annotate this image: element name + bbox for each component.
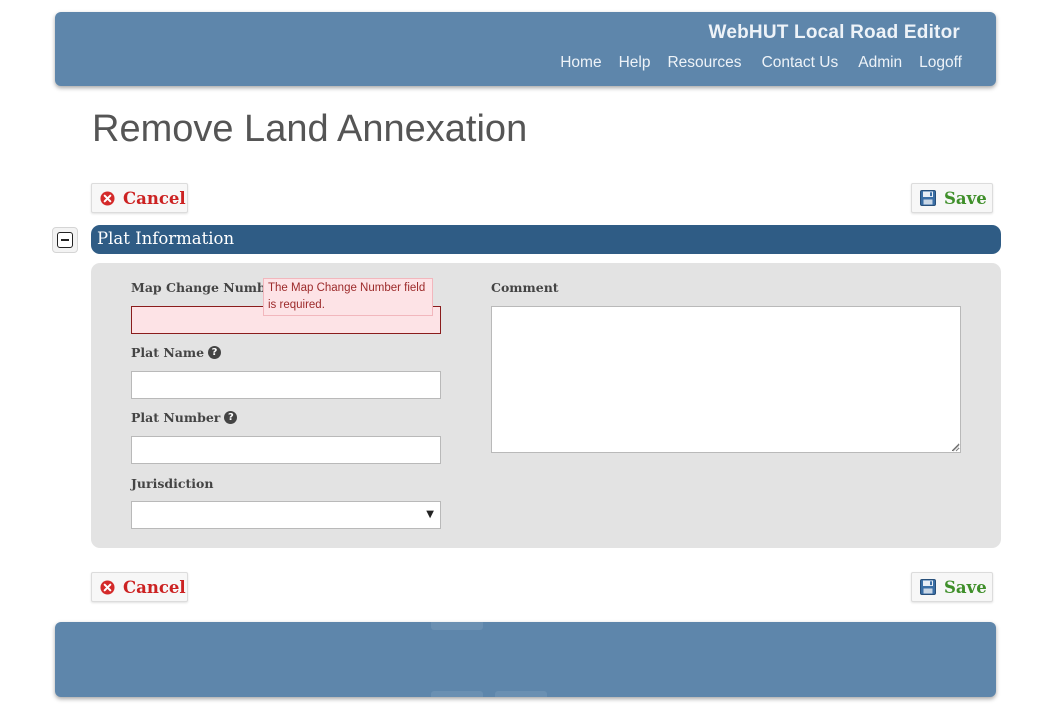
plat-number-label-text: Plat Number [131,410,221,425]
resize-grip-icon[interactable] [951,443,960,452]
footer-tab [431,622,483,630]
help-icon[interactable]: ? [224,411,238,424]
app-title: WebHUT Local Road Editor [708,22,960,43]
map-change-number-error: The Map Change Number field is required. [263,278,433,316]
save-label: Save [944,577,987,597]
plat-number-input[interactable] [131,436,441,464]
comment-textarea[interactable] [491,306,961,453]
site-header: WebHUT Local Road Editor Home Help Resou… [55,12,996,86]
plat-name-label-text: Plat Name [131,345,205,360]
comment-label-text: Comment [491,280,559,295]
jurisdiction-label: Jurisdiction [131,476,213,491]
dropdown-arrow-icon: ▼ [426,509,434,520]
main-nav: Home Help Resources Contact Us Admin Log… [543,54,962,72]
cancel-label: Cancel [123,577,186,597]
help-icon[interactable]: ? [208,346,222,359]
map-change-number-label-text: Map Change Number [131,280,281,295]
nav-admin[interactable]: Admin [858,54,902,72]
floppy-disk-icon [920,190,936,206]
site-footer [55,622,996,697]
jurisdiction-select[interactable]: ▼ [131,501,441,529]
collapse-toggle[interactable] [52,227,78,253]
nav-contact-us[interactable]: Contact Us [762,54,839,72]
jurisdiction-label-text: Jurisdiction [131,476,214,491]
plat-name-label: Plat Name ? [131,345,222,360]
nav-resources[interactable]: Resources [667,54,741,72]
nav-help[interactable]: Help [619,54,651,72]
save-button-bottom[interactable]: Save [911,572,993,602]
cancel-icon [100,190,115,206]
page-title: Remove Land Annexation [92,108,528,150]
cancel-icon [100,579,115,595]
plat-name-input[interactable] [131,371,441,399]
footer-tab [495,691,547,697]
cancel-button-bottom[interactable]: Cancel [91,572,188,602]
cancel-button-top[interactable]: Cancel [91,183,188,213]
plat-number-label: Plat Number ? [131,410,238,425]
plat-information-panel: Map Change Number The Map Change Number … [91,263,1001,548]
minus-icon [57,232,73,248]
floppy-disk-icon [920,579,936,595]
comment-label: Comment [491,280,559,295]
footer-tab [431,691,483,697]
nav-home[interactable]: Home [560,54,601,72]
map-change-number-label: Map Change Number [131,280,280,295]
section-title: Plat Information [91,225,1001,254]
save-button-top[interactable]: Save [911,183,993,213]
page: WebHUT Local Road Editor Home Help Resou… [0,0,1051,720]
cancel-label: Cancel [123,188,186,208]
nav-logoff[interactable]: Logoff [919,54,962,72]
save-label: Save [944,188,987,208]
